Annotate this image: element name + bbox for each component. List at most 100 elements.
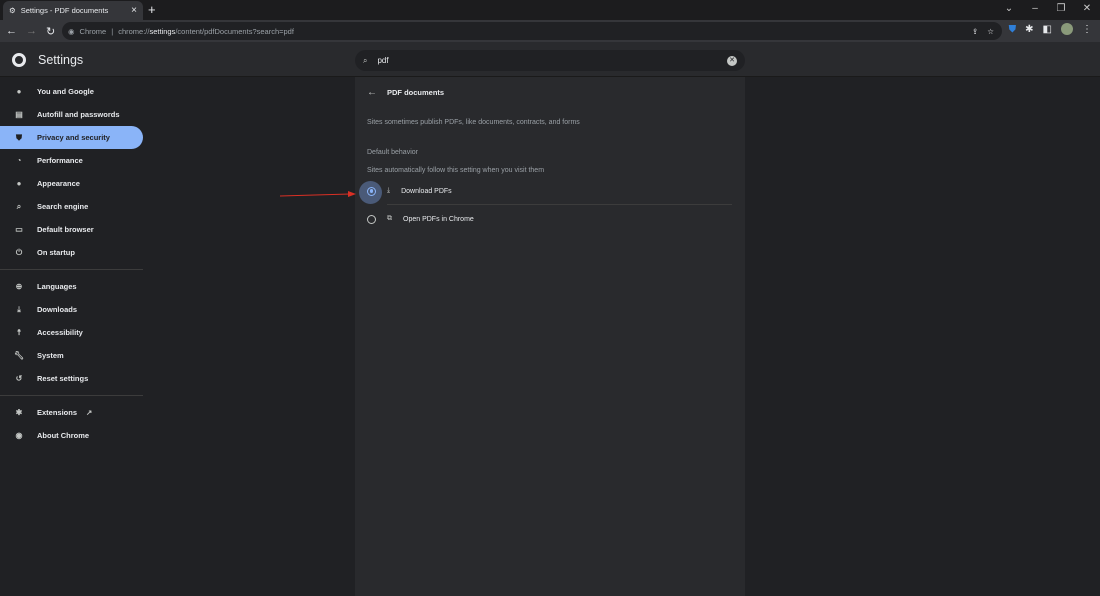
default-behavior-heading: Default behavior: [367, 149, 418, 156]
sidebar-item-system[interactable]: 🔧︎ System: [0, 344, 143, 367]
open-in-browser-icon: ⧉: [387, 215, 392, 223]
share-icon[interactable]: ⇪: [972, 27, 978, 36]
download-icon: ⤓: [14, 305, 24, 315]
sidebar-item-label: Languages: [37, 282, 77, 291]
restore-button[interactable]: ❐: [1048, 0, 1074, 18]
shield-icon: ⛊: [14, 133, 24, 143]
tab-strip: ⚙ Settings - PDF documents × + ⌄ – ❐ ✕: [0, 0, 1100, 20]
reset-icon: ↺: [14, 374, 24, 383]
annotation-arrow: [280, 190, 356, 202]
new-tab-button[interactable]: +: [148, 2, 156, 17]
url-prefix: chrome://: [118, 27, 149, 36]
close-window-button[interactable]: ✕: [1074, 0, 1100, 18]
option-label: Open PDFs in Chrome: [403, 216, 474, 223]
side-panel-icon[interactable]: ◧: [1043, 24, 1052, 35]
settings-header: Settings ⌕ pdf ✕: [0, 42, 1100, 77]
sidebar-divider: [0, 395, 143, 396]
sidebar-item-privacy[interactable]: ⛊Privacy and security: [0, 126, 143, 149]
page-title: Settings: [38, 53, 83, 67]
description: Sites sometimes publish PDFs, like docum…: [367, 119, 580, 126]
person-icon: ●: [14, 87, 24, 96]
pdf-settings-card: ← PDF documents Sites sometimes publish …: [355, 77, 745, 596]
sidebar-item-label: Performance: [37, 156, 83, 165]
chrome-icon: ◉: [68, 27, 75, 36]
toolbar: ← → ↻ ◉ Chrome | chrome://settings/conte…: [0, 20, 1100, 42]
tab-settings[interactable]: ⚙ Settings - PDF documents ×: [3, 1, 143, 20]
clipboard-icon: ▤: [14, 110, 24, 119]
sidebar-item-label: On startup: [37, 248, 75, 257]
sidebar-item-appearance[interactable]: ● Appearance: [0, 172, 143, 195]
chrome-icon: ◉: [14, 431, 24, 440]
external-link-icon: ↗: [86, 408, 92, 417]
sidebar-item-label: Autofill and passwords: [37, 110, 120, 119]
omnibox-separator: |: [111, 27, 113, 36]
back-button[interactable]: ←: [6, 25, 17, 37]
option-download-pdfs[interactable]: ⤓ Download PDFs: [367, 179, 732, 203]
puzzle-icon: ✱: [14, 408, 24, 417]
sidebar-item-label: Reset settings: [37, 374, 88, 383]
search-icon: ⌕: [14, 202, 24, 212]
forward-button[interactable]: →: [26, 25, 37, 37]
sidebar-item-languages[interactable]: ⊕ Languages: [0, 275, 143, 298]
browser-icon: ▭: [14, 225, 24, 234]
sidebar-item-extensions[interactable]: ✱ Extensions ↗: [0, 401, 143, 424]
gear-icon: ⚙: [9, 6, 16, 15]
tab-title: Settings - PDF documents: [21, 6, 109, 15]
extensions-puzzle-icon[interactable]: ✱: [1025, 24, 1033, 35]
clear-search-icon[interactable]: ✕: [727, 56, 737, 66]
globe-icon: ⊕: [14, 282, 24, 291]
avatar[interactable]: [1061, 23, 1073, 35]
radio-open-pdfs[interactable]: [367, 215, 376, 224]
section-title: PDF documents: [387, 88, 444, 97]
search-input[interactable]: ⌕ pdf ✕: [355, 50, 745, 71]
menu-icon[interactable]: ⋮: [1082, 24, 1092, 35]
radio-download-pdfs[interactable]: [367, 187, 376, 196]
option-label: Download PDFs: [401, 188, 452, 195]
sidebar-item-label: System: [37, 351, 64, 360]
sidebar-item-label: Default browser: [37, 225, 94, 234]
sidebar-item-label: You and Google: [37, 87, 94, 96]
extension-shield-icon[interactable]: ⛊: [1009, 24, 1017, 35]
speedometer-icon: ◔: [14, 156, 24, 165]
minimize-button[interactable]: –: [1022, 0, 1048, 18]
sidebar-item-downloads[interactable]: ⤓ Downloads: [0, 298, 143, 321]
sidebar-item-you-and-google[interactable]: ● You and Google: [0, 80, 143, 103]
url-host: settings: [149, 27, 175, 36]
sidebar-item-label: Search engine: [37, 202, 88, 211]
sidebar-item-default-browser[interactable]: ▭ Default browser: [0, 218, 143, 241]
search-value: pdf: [377, 56, 388, 65]
accessibility-icon: ☨: [14, 328, 24, 337]
sidebar-item-label: Downloads: [37, 305, 77, 314]
sidebar-divider: [0, 269, 143, 270]
sidebar-item-reset[interactable]: ↺ Reset settings: [0, 367, 143, 390]
sidebar-item-about[interactable]: ◉ About Chrome: [0, 424, 143, 447]
wrench-icon: 🔧︎: [14, 351, 24, 360]
default-behavior-desc: Sites automatically follow this setting …: [367, 167, 544, 174]
omnibox-chip: Chrome: [80, 27, 107, 36]
sidebar-item-label: Appearance: [37, 179, 80, 188]
sidebar-item-label: Accessibility: [37, 328, 83, 337]
back-arrow-icon[interactable]: ←: [367, 87, 377, 98]
sidebar-item-label: Extensions: [37, 408, 77, 417]
url-path: /content/pdfDocuments?search=pdf: [175, 27, 294, 36]
power-icon: ⏻: [14, 248, 24, 258]
download-icon: ⤓: [387, 187, 390, 195]
reload-button[interactable]: ↻: [46, 25, 55, 38]
palette-icon: ●: [14, 179, 24, 188]
address-bar[interactable]: ◉ Chrome | chrome://settings/content/pdf…: [62, 22, 1002, 40]
close-tab-icon[interactable]: ×: [131, 5, 137, 16]
sidebar-item-performance[interactable]: ◔ Performance: [0, 149, 143, 172]
chrome-logo-icon: [12, 53, 26, 67]
option-divider: [387, 204, 732, 205]
sidebar-item-label: About Chrome: [37, 431, 89, 440]
bookmark-star-icon[interactable]: ☆: [987, 27, 994, 36]
sidebar-item-search-engine[interactable]: ⌕ Search engine: [0, 195, 143, 218]
search-icon: ⌕: [363, 56, 367, 66]
sidebar-item-autofill[interactable]: ▤ Autofill and passwords: [0, 103, 143, 126]
option-open-pdfs[interactable]: ⧉ Open PDFs in Chrome: [367, 207, 732, 231]
tab-search-icon[interactable]: ⌄: [996, 0, 1022, 18]
sidebar-item-accessibility[interactable]: ☨ Accessibility: [0, 321, 143, 344]
sidebar: ●You and Google ▤Autofill and passwords …: [0, 80, 143, 447]
sidebar-item-on-startup[interactable]: ⏻ On startup: [0, 241, 143, 264]
omnibox-url: chrome://settings/content/pdfDocuments?s…: [118, 27, 294, 36]
